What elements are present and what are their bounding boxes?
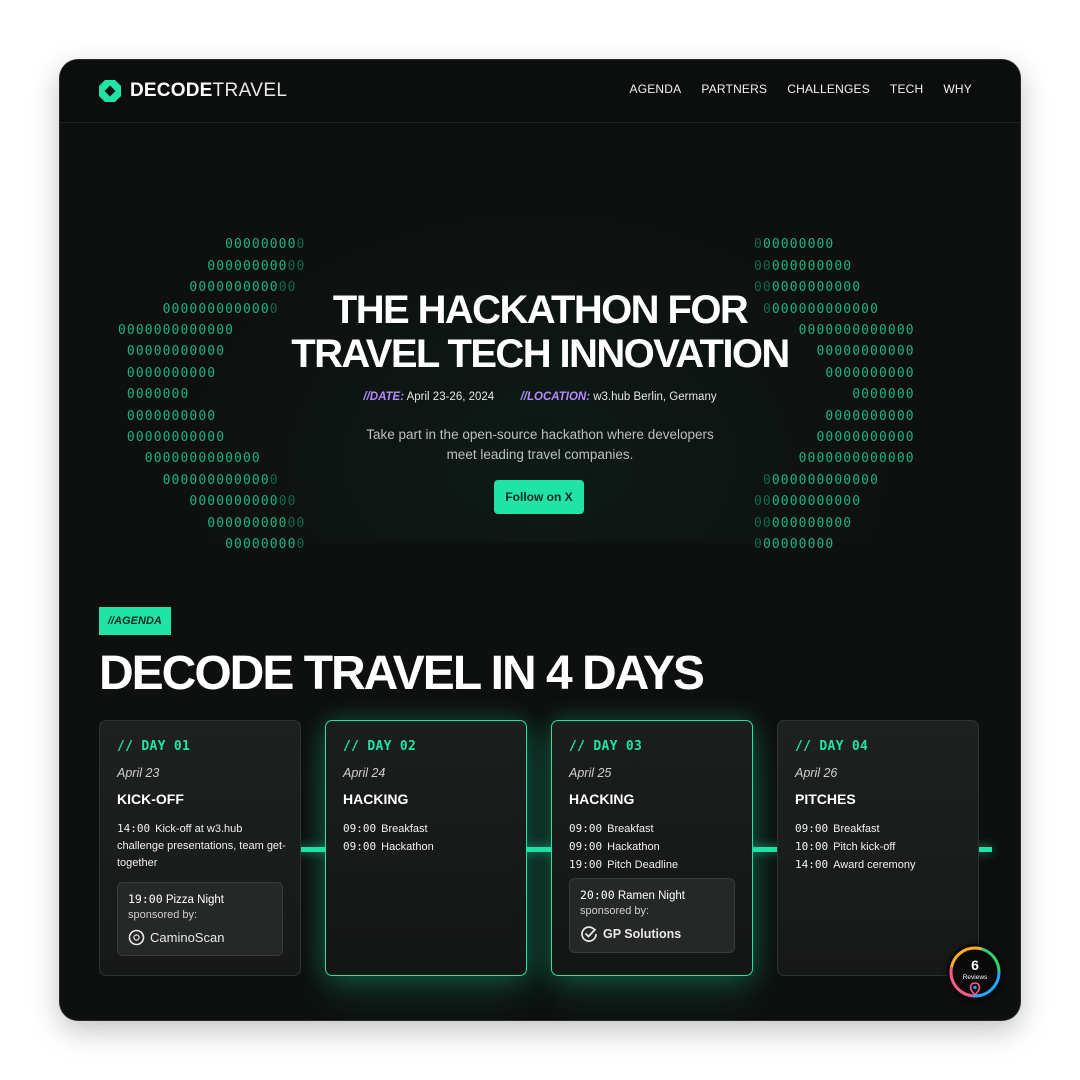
event-item: 14:00 Kick-off at w3.hub challenge presen… bbox=[117, 820, 289, 872]
hero-title-line-2: TRAVEL TECH INNOVATION bbox=[291, 332, 790, 376]
event-text: Breakfast bbox=[381, 823, 428, 835]
day-card-2: // DAY 02 April 24 HACKING 09:00 Breakfas… bbox=[325, 720, 527, 976]
day-date: April 25 bbox=[569, 766, 612, 780]
date-value: April 23-26, 2024 bbox=[406, 391, 495, 403]
top-nav: DECODE TRAVEL AGENDA PARTNERS CHALLENGES… bbox=[60, 60, 1020, 123]
nav-link-partners[interactable]: PARTNERS bbox=[701, 82, 767, 96]
day-label: // DAY 02 bbox=[343, 739, 417, 754]
caminoscan-logo-icon bbox=[128, 929, 145, 946]
sponsored-event-box: 20:00 Ramen Night sponsored by: GP Solut… bbox=[569, 878, 735, 953]
sponsor-brand-name: CaminoScan bbox=[150, 930, 225, 945]
sponsored-event-time: 19:00 bbox=[128, 892, 163, 906]
event-time: 09:00 bbox=[569, 822, 603, 835]
day-date: April 23 bbox=[117, 766, 160, 780]
hero-title-line-1: THE HACKATHON FOR bbox=[332, 288, 749, 332]
event-text: Breakfast bbox=[607, 823, 654, 835]
hero-description-line-1: Take part in the open-source hackathon w… bbox=[366, 427, 714, 442]
event-item: 19:00 Pitch Deadline bbox=[569, 856, 741, 874]
event-text: Hackathon bbox=[381, 841, 434, 853]
event-text: Hackathon bbox=[607, 841, 660, 853]
day-date: April 26 bbox=[795, 766, 838, 780]
day-label: // DAY 01 bbox=[117, 739, 191, 754]
event-text: Pitch Deadline bbox=[607, 859, 679, 871]
sponsored-event-name: Pizza Night bbox=[165, 894, 224, 906]
sponsored-by-label: sponsored by: bbox=[580, 905, 650, 917]
day-title: HACKING bbox=[569, 791, 635, 807]
day-title: HACKING bbox=[343, 791, 409, 807]
page-window: DECODE TRAVEL AGENDA PARTNERS CHALLENGES… bbox=[60, 60, 1020, 1020]
sponsored-by-label: sponsored by: bbox=[128, 909, 198, 921]
day-card-3: // DAY 03 April 25 HACKING 09:00 Breakfas… bbox=[551, 720, 753, 976]
event-list: 09:00 Breakfast 10:00 Pitch kick-off 14:00… bbox=[795, 820, 967, 874]
day-card-4: // DAY 04 April 26 PITCHES 09:00 Breakfas… bbox=[777, 720, 979, 976]
sponsor-brand-gp-solutions[interactable]: GP Solutions bbox=[580, 925, 724, 943]
event-list: 14:00 Kick-off at w3.hub challenge presen… bbox=[117, 820, 289, 872]
hero-description-line-2: meet leading travel companies. bbox=[446, 446, 634, 462]
hero-description: Take part in the open-source hackathon w… bbox=[60, 425, 1020, 464]
event-item: 09:00 Hackathon bbox=[569, 838, 741, 856]
sponsored-event-box: 19:00 Pizza Night sponsored by: CaminoSc… bbox=[117, 882, 283, 956]
follow-on-x-button[interactable]: Follow on X bbox=[494, 480, 584, 514]
reviews-badge[interactable]: 6 Reviews bbox=[947, 944, 1003, 1000]
logo-icon bbox=[98, 79, 122, 103]
reviews-count: 6 bbox=[971, 957, 979, 973]
event-item: 14:00 Award ceremony bbox=[795, 856, 967, 874]
agenda-title: DECODE TRAVEL IN 4 DAYS bbox=[99, 647, 705, 700]
event-text: Breakfast bbox=[833, 823, 880, 835]
event-meta: //DATE: April 23-26, 2024 //LOCATION: w3… bbox=[60, 391, 1020, 403]
day-title: KICK-OFF bbox=[117, 791, 184, 807]
event-time: 10:00 bbox=[795, 840, 829, 853]
brand-name-light: TRAVEL bbox=[212, 80, 288, 101]
event-list: 09:00 Breakfast 09:00 Hackathon 19:00 Pitch… bbox=[569, 820, 741, 874]
date-key: //DATE: bbox=[363, 391, 405, 403]
nav-link-agenda[interactable]: AGENDA bbox=[629, 82, 681, 96]
event-time: 14:00 bbox=[117, 822, 151, 835]
gp-solutions-check-icon bbox=[581, 926, 597, 942]
day-label: // DAY 04 bbox=[795, 739, 869, 754]
nav-link-why[interactable]: WHY bbox=[943, 82, 972, 96]
event-time: 09:00 bbox=[795, 822, 829, 835]
event-item: 09:00 Breakfast bbox=[795, 820, 967, 838]
event-item: 10:00 Pitch kick-off bbox=[795, 838, 967, 856]
map-pin-icon bbox=[969, 982, 981, 996]
day-card-1: // DAY 01 April 23 KICK-OFF 14:00 Kick-of… bbox=[99, 720, 301, 976]
event-list: 09:00 Breakfast 09:00 Hackathon bbox=[343, 820, 515, 856]
sponsor-brand-name: GP Solutions bbox=[603, 927, 682, 941]
event-item: 09:00 Breakfast bbox=[569, 820, 741, 838]
reviews-label: Reviews bbox=[962, 974, 988, 981]
main-menu: AGENDA PARTNERS CHALLENGES TECH WHY bbox=[629, 82, 972, 96]
hero-section: 000000000 00000000000 000000000000 00000… bbox=[60, 123, 1020, 552]
hero-title: THE HACKATHON FOR TRAVEL TECH INNOVATION bbox=[60, 288, 1020, 376]
location-value: w3.hub Berlin, Germany bbox=[593, 391, 717, 403]
sponsor-brand-caminoscan[interactable]: CaminoScan bbox=[128, 929, 272, 946]
day-title: PITCHES bbox=[795, 791, 856, 807]
event-item: 09:00 Breakfast bbox=[343, 820, 515, 838]
day-date: April 24 bbox=[343, 766, 386, 780]
event-time: 14:00 bbox=[795, 858, 829, 871]
brand-logo[interactable]: DECODE TRAVEL bbox=[98, 78, 287, 104]
agenda-section-tag: //AGENDA bbox=[99, 607, 171, 635]
event-item: 09:00 Hackathon bbox=[343, 838, 515, 856]
brand-name-bold: DECODE bbox=[130, 80, 213, 101]
location-key: //LOCATION: bbox=[520, 391, 591, 403]
nav-link-challenges[interactable]: CHALLENGES bbox=[787, 82, 870, 96]
event-time: 09:00 bbox=[343, 822, 377, 835]
nav-link-tech[interactable]: TECH bbox=[890, 82, 923, 96]
sponsored-event-name: Ramen Night bbox=[617, 890, 685, 902]
event-time: 09:00 bbox=[569, 840, 603, 853]
sponsored-event-time: 20:00 bbox=[580, 888, 615, 902]
event-time: 19:00 bbox=[569, 858, 603, 871]
event-time: 09:00 bbox=[343, 840, 377, 853]
event-text: Pitch kick-off bbox=[833, 841, 896, 853]
day-label: // DAY 03 bbox=[569, 739, 643, 754]
event-text: Award ceremony bbox=[833, 859, 916, 871]
